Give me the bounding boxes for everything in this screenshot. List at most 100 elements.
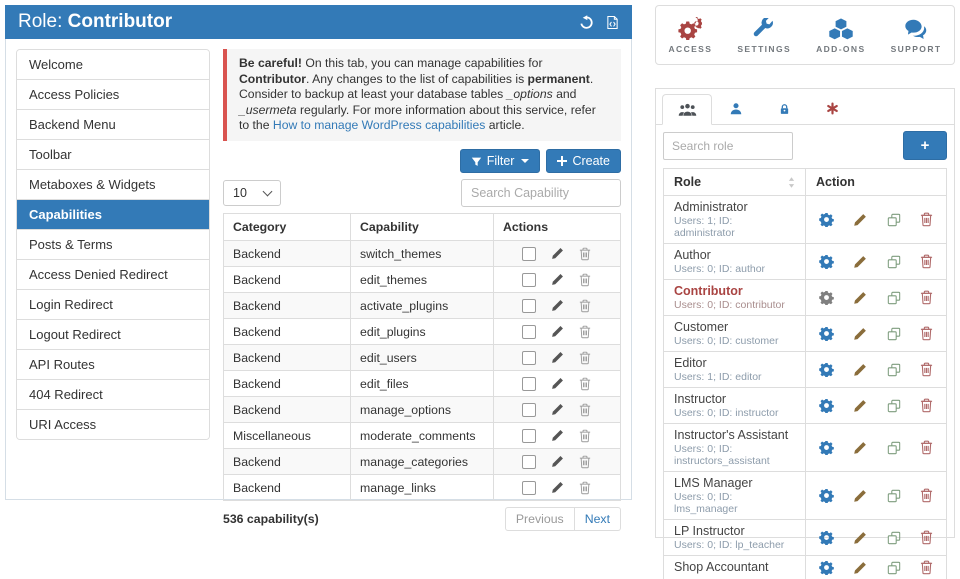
edit-role-icon[interactable]	[853, 399, 867, 413]
edit-capability-icon[interactable]	[551, 377, 564, 390]
clone-role-icon[interactable]	[887, 363, 901, 377]
delete-role-icon[interactable]	[920, 560, 933, 575]
capability-checkbox[interactable]	[522, 403, 536, 417]
delete-capability-icon[interactable]	[579, 325, 591, 339]
manage-role-icon[interactable]	[819, 290, 834, 305]
edit-role-icon[interactable]	[853, 327, 867, 341]
delete-capability-icon[interactable]	[579, 299, 591, 313]
next-page-button[interactable]: Next	[575, 507, 621, 531]
clone-role-icon[interactable]	[887, 489, 901, 503]
column-header-category[interactable]: Category	[224, 214, 351, 241]
filter-button[interactable]: Filter	[460, 149, 541, 173]
edit-capability-icon[interactable]	[551, 455, 564, 468]
delete-capability-icon[interactable]	[579, 429, 591, 443]
nav-settings[interactable]: SETTINGS	[737, 17, 791, 54]
tab-visitors[interactable]	[760, 94, 808, 123]
page-size-select[interactable]: 10	[223, 180, 281, 206]
edit-capability-icon[interactable]	[551, 481, 564, 494]
capability-checkbox[interactable]	[522, 455, 536, 469]
tab-roles[interactable]	[662, 94, 712, 125]
manage-role-icon[interactable]	[819, 488, 834, 503]
sidebar-item[interactable]: Backend Menu	[17, 110, 209, 140]
sidebar-item[interactable]: URI Access	[17, 410, 209, 439]
clone-role-icon[interactable]	[887, 561, 901, 575]
edit-capability-icon[interactable]	[551, 429, 564, 442]
sidebar-item[interactable]: Capabilities	[17, 200, 209, 230]
edit-capability-icon[interactable]	[551, 273, 564, 286]
manage-role-icon[interactable]	[819, 560, 834, 575]
nav-support[interactable]: SUPPORT	[891, 17, 942, 54]
sidebar-item[interactable]: Toolbar	[17, 140, 209, 170]
capability-checkbox[interactable]	[522, 351, 536, 365]
delete-role-icon[interactable]	[920, 530, 933, 545]
delete-role-icon[interactable]	[920, 488, 933, 503]
edit-role-icon[interactable]	[853, 489, 867, 503]
delete-capability-icon[interactable]	[579, 351, 591, 365]
edit-capability-icon[interactable]	[551, 403, 564, 416]
delete-role-icon[interactable]	[920, 290, 933, 305]
capability-checkbox[interactable]	[522, 377, 536, 391]
create-button[interactable]: Create	[546, 149, 621, 173]
file-code-icon[interactable]	[606, 15, 619, 30]
capability-checkbox[interactable]	[522, 325, 536, 339]
clone-role-icon[interactable]	[887, 213, 901, 227]
sidebar-item[interactable]: 404 Redirect	[17, 380, 209, 410]
sidebar-item[interactable]: Access Denied Redirect	[17, 260, 209, 290]
column-header-capability[interactable]: Capability	[351, 214, 494, 241]
delete-capability-icon[interactable]	[579, 455, 591, 469]
undo-icon[interactable]	[579, 15, 594, 30]
delete-capability-icon[interactable]	[579, 273, 591, 287]
delete-capability-icon[interactable]	[579, 481, 591, 495]
edit-role-icon[interactable]	[853, 363, 867, 377]
capability-checkbox[interactable]	[522, 429, 536, 443]
clone-role-icon[interactable]	[887, 255, 901, 269]
manage-role-icon[interactable]	[819, 398, 834, 413]
delete-role-icon[interactable]	[920, 212, 933, 227]
nav-access[interactable]: ACCESS	[669, 17, 713, 54]
nav-addons[interactable]: ADD-ONS	[816, 17, 865, 54]
edit-role-icon[interactable]	[853, 531, 867, 545]
sidebar-item[interactable]: API Routes	[17, 350, 209, 380]
add-role-button[interactable]: +	[903, 131, 947, 160]
capability-checkbox[interactable]	[522, 247, 536, 261]
delete-role-icon[interactable]	[920, 254, 933, 269]
delete-capability-icon[interactable]	[579, 403, 591, 417]
edit-capability-icon[interactable]	[551, 247, 564, 260]
tab-default[interactable]	[808, 94, 856, 123]
search-capability-input[interactable]	[461, 179, 621, 207]
capability-checkbox[interactable]	[522, 299, 536, 313]
manage-role-icon[interactable]	[819, 530, 834, 545]
edit-role-icon[interactable]	[853, 441, 867, 455]
edit-role-icon[interactable]	[853, 291, 867, 305]
edit-role-icon[interactable]	[853, 213, 867, 227]
clone-role-icon[interactable]	[887, 399, 901, 413]
delete-capability-icon[interactable]	[579, 247, 591, 261]
capability-checkbox[interactable]	[522, 481, 536, 495]
delete-role-icon[interactable]	[920, 398, 933, 413]
sidebar-item[interactable]: Posts & Terms	[17, 230, 209, 260]
clone-role-icon[interactable]	[887, 531, 901, 545]
clone-role-icon[interactable]	[887, 441, 901, 455]
sidebar-item[interactable]: Access Policies	[17, 80, 209, 110]
sidebar-item[interactable]: Welcome	[17, 50, 209, 80]
clone-role-icon[interactable]	[887, 327, 901, 341]
column-header-role[interactable]: Role	[664, 169, 806, 195]
capability-checkbox[interactable]	[522, 273, 536, 287]
edit-role-icon[interactable]	[853, 561, 867, 575]
manage-role-icon[interactable]	[819, 362, 834, 377]
sidebar-item[interactable]: Metaboxes & Widgets	[17, 170, 209, 200]
edit-capability-icon[interactable]	[551, 325, 564, 338]
search-role-input[interactable]	[663, 132, 793, 160]
tab-users[interactable]	[712, 94, 760, 123]
manage-role-icon[interactable]	[819, 254, 834, 269]
edit-role-icon[interactable]	[853, 255, 867, 269]
manage-role-icon[interactable]	[819, 326, 834, 341]
delete-role-icon[interactable]	[920, 362, 933, 377]
delete-role-icon[interactable]	[920, 326, 933, 341]
previous-page-button[interactable]: Previous	[505, 507, 575, 531]
edit-capability-icon[interactable]	[551, 299, 564, 312]
manage-role-icon[interactable]	[819, 440, 834, 455]
clone-role-icon[interactable]	[887, 291, 901, 305]
sidebar-item[interactable]: Login Redirect	[17, 290, 209, 320]
manage-role-icon[interactable]	[819, 212, 834, 227]
